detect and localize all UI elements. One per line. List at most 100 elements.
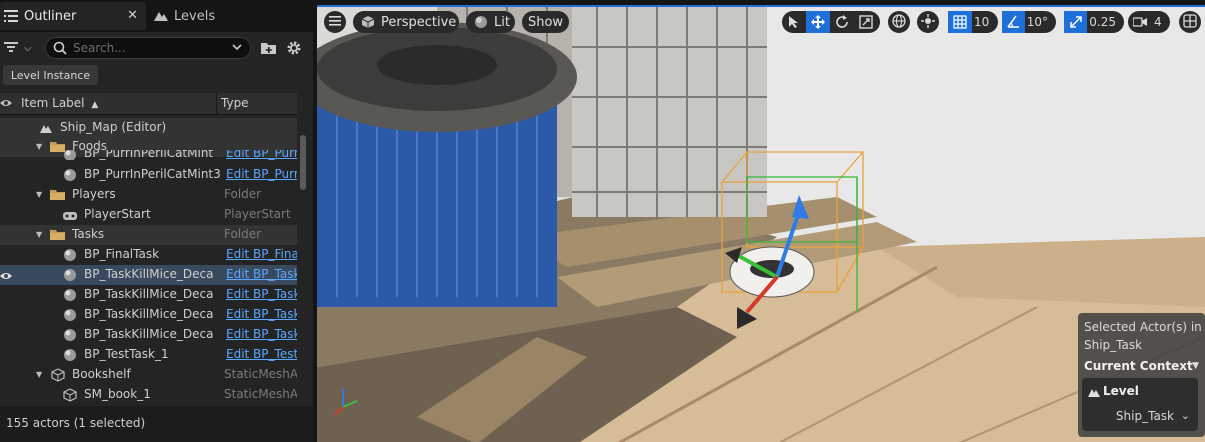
gear-icon[interactable] [286,40,302,56]
column-divider[interactable] [216,93,217,115]
visibility-eye-icon[interactable] [0,270,12,284]
camera-speed-value: 4 [1154,15,1162,29]
item-label-column-header[interactable]: Item Label ▲ [21,96,98,110]
outliner-scrollbar[interactable] [300,135,306,190]
transform-tools [782,11,880,33]
filter-icon [4,41,20,56]
search-dropdown-icon[interactable] [232,41,242,55]
rotate-mode-icon[interactable] [830,11,854,33]
tree-row[interactable]: BP_TestTask_1 Edit BP_Test [0,345,297,365]
map-icon [38,120,54,136]
folder-row[interactable]: ▼ Players Folder [0,185,297,205]
tree-row[interactable]: ▼ Bookshelf StaticMeshA [0,365,297,385]
context-dropdown-icon[interactable]: ▼ [1192,361,1199,371]
select-mode-icon[interactable] [782,11,806,33]
viewport-layout-button[interactable] [1179,11,1201,33]
actor-icon [62,287,78,303]
view-mode-lit-button[interactable]: Lit [466,11,515,33]
row-label: BP_FinalTask [84,247,160,261]
level-viewport[interactable]: Perspective Lit Show 10 10° 0.25 4 Selec… [317,5,1205,442]
tree-row[interactable]: Ship_Map (Editor) [0,118,297,138]
edit-blueprint-link[interactable]: Edit BP_Task [226,307,297,321]
surface-snap-icon [921,13,935,31]
folder-row[interactable]: ▼ Tasks Folder [0,225,297,245]
surface-snap-toggle[interactable] [917,11,939,33]
translate-mode-icon[interactable] [806,11,830,33]
edit-blueprint-link[interactable]: Edit BP_Task [226,327,297,341]
scale-snap-group: 0.25 [1064,11,1124,33]
edit-blueprint-link[interactable]: Edit BP_Purr [226,167,297,181]
grid-snap-group: 10 [948,11,998,33]
tab-outliner-label: Outliner [24,8,77,24]
expand-arrow-icon[interactable]: ▼ [36,230,46,239]
tab-levels[interactable]: Levels [150,2,300,30]
tree-row[interactable]: BP_TaskKillMice_Deca Edit BP_Task [0,305,297,325]
level-box: Level Ship_Task ⌄ [1082,378,1198,431]
selected-actors-text: Selected Actor(s) in Ship_Task [1084,320,1202,352]
type-column-header[interactable]: Type [221,96,249,110]
viewport-menu-button[interactable] [324,11,346,33]
tree-row[interactable]: BP_TaskKillMice_Deca Edit BP_Task [0,285,297,305]
edit-blueprint-link[interactable]: Edit BP_Final [226,247,297,261]
add-folder-icon[interactable] [261,40,277,56]
edit-blueprint-link[interactable]: Edit BP_Task [226,287,297,301]
static-mesh-icon [62,387,78,403]
row-label: BP_PurrInPerilCatMint [84,150,214,160]
row-label: Tasks [72,227,105,241]
visibility-eye-icon[interactable] [0,97,14,111]
row-type: Folder [224,227,262,241]
world-local-toggle[interactable] [888,11,910,33]
tree-row[interactable]: BP_TaskKillMice_Deca Edit BP_Task [0,265,297,285]
tree-row[interactable]: PlayerStart PlayerStart [0,205,297,225]
scale-snap-icon[interactable] [1064,11,1088,33]
grid-snap-icon[interactable] [948,11,972,33]
tree-row[interactable]: BP_PurrInPerilCatMint Edit BP_Purr [0,150,297,160]
row-label: Ship_Map (Editor) [60,120,167,134]
chevron-down-icon: ⌵ [24,42,32,54]
rotation-snap-value[interactable]: 10° [1025,15,1056,29]
viewport-scene[interactable] [317,7,1205,442]
scale-snap-value[interactable]: 0.25 [1087,15,1124,29]
tree-row[interactable]: BP_PurrInPerilCatMint3 Edit BP_Purr [0,165,297,185]
rotation-snap-icon[interactable] [1002,11,1025,33]
chevron-down-icon: ⌄ [1180,409,1190,422]
search-input[interactable] [73,41,223,55]
grid-snap-value[interactable]: 10 [972,15,997,29]
level-value: Ship_Task [1115,409,1174,423]
row-type: StaticMeshA [224,387,297,401]
tree-row[interactable]: BP_FinalTask Edit BP_Final [0,245,297,265]
level-instance-button[interactable]: Level Instance [3,65,98,85]
scale-mode-icon[interactable] [854,11,878,33]
tree-row[interactable]: BP_TaskKillMice_Deca Edit BP_Task [0,325,297,345]
rotation-snap-group: 10° [1002,11,1056,33]
perspective-button[interactable]: Perspective [353,11,459,33]
camera-speed-group[interactable]: 4 [1128,11,1170,33]
edit-blueprint-link[interactable]: Edit BP_Purr [226,150,297,160]
row-label: PlayerStart [84,207,151,221]
row-label: BP_TaskKillMice_Deca [84,327,214,341]
row-label: Bookshelf [72,367,131,381]
tab-levels-label: Levels [174,8,216,24]
expand-arrow-icon[interactable]: ▼ [36,190,46,199]
row-label: SM_book_1 [84,387,151,401]
close-icon[interactable]: ✕ [127,8,138,23]
level-icon [1088,386,1100,400]
outliner-tree: Ship_Map (Editor) ▼ Foods BP_PurrInPerilCat… [0,118,297,406]
level-dropdown[interactable]: Ship_Task ⌄ [1086,405,1196,427]
show-button[interactable]: Show [522,11,569,33]
expand-arrow-icon[interactable]: ▼ [36,370,46,379]
player-start-icon [62,207,78,223]
camera-icon [1128,11,1152,33]
current-context-label[interactable]: Current Context [1084,359,1193,373]
outliner-icon [2,10,20,22]
search-box[interactable] [45,37,251,59]
lit-sphere-icon [474,15,488,29]
tree-row[interactable]: SM_book_1 StaticMeshA [0,385,297,405]
edit-blueprint-link[interactable]: Edit BP_Test [226,347,297,361]
actor-icon [62,347,78,363]
edit-blueprint-link[interactable]: Edit BP_Task [226,267,297,281]
filter-button[interactable]: ⌵ [4,38,38,58]
perspective-label: Perspective [381,14,457,30]
tab-outliner[interactable]: Outliner ✕ [0,2,146,30]
actor-icon [62,327,78,343]
